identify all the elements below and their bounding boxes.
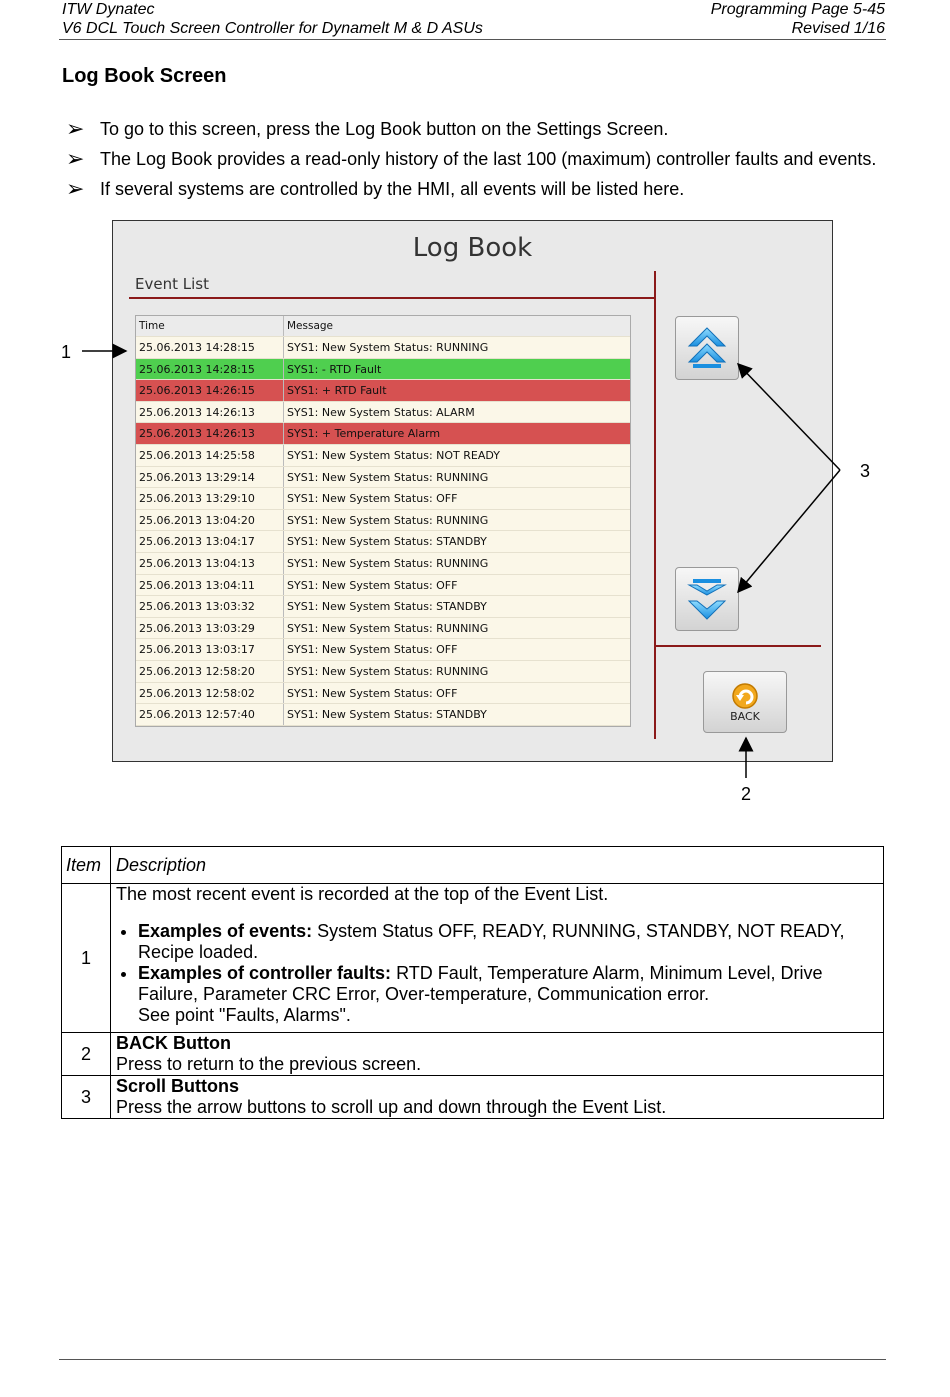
item-number: 3 xyxy=(61,1075,111,1119)
column-header-description: Description xyxy=(110,846,884,884)
table-row: 1 The most recent event is recorded at t… xyxy=(61,883,884,1033)
item-description-table: Item Description 1 The most recent event… xyxy=(61,846,884,1119)
description-bullet-list: Examples of events: System Status OFF, R… xyxy=(116,921,878,1026)
item-description: The most recent event is recorded at the… xyxy=(110,883,884,1033)
list-item: Examples of events: System Status OFF, R… xyxy=(138,921,878,963)
description-title: BACK Button xyxy=(116,1033,231,1053)
column-header-item: Item xyxy=(61,846,111,884)
description-intro: The most recent event is recorded at the… xyxy=(116,884,609,904)
callout-label-1: 1 xyxy=(61,342,72,362)
item-number: 1 xyxy=(61,883,111,1033)
description-text: Press the arrow buttons to scroll up and… xyxy=(116,1097,667,1117)
item-description: BACK Button Press to return to the previ… xyxy=(110,1032,884,1076)
description-text: Press to return to the previous screen. xyxy=(116,1054,422,1074)
footer-divider xyxy=(59,1359,886,1360)
description-title: Scroll Buttons xyxy=(116,1076,240,1096)
item-number: 2 xyxy=(61,1032,111,1076)
table-row: 3 Scroll Buttons Press the arrow buttons… xyxy=(61,1075,884,1119)
callout-label-3: 3 xyxy=(860,461,871,481)
item-description: Scroll Buttons Press the arrow buttons t… xyxy=(110,1075,884,1119)
callout-arrows xyxy=(82,343,841,778)
table-header-row: Item Description xyxy=(61,846,884,884)
callout-label-2: 2 xyxy=(741,784,752,804)
list-item: Examples of controller faults: RTD Fault… xyxy=(138,963,878,1026)
table-row: 2 BACK Button Press to return to the pre… xyxy=(61,1032,884,1076)
